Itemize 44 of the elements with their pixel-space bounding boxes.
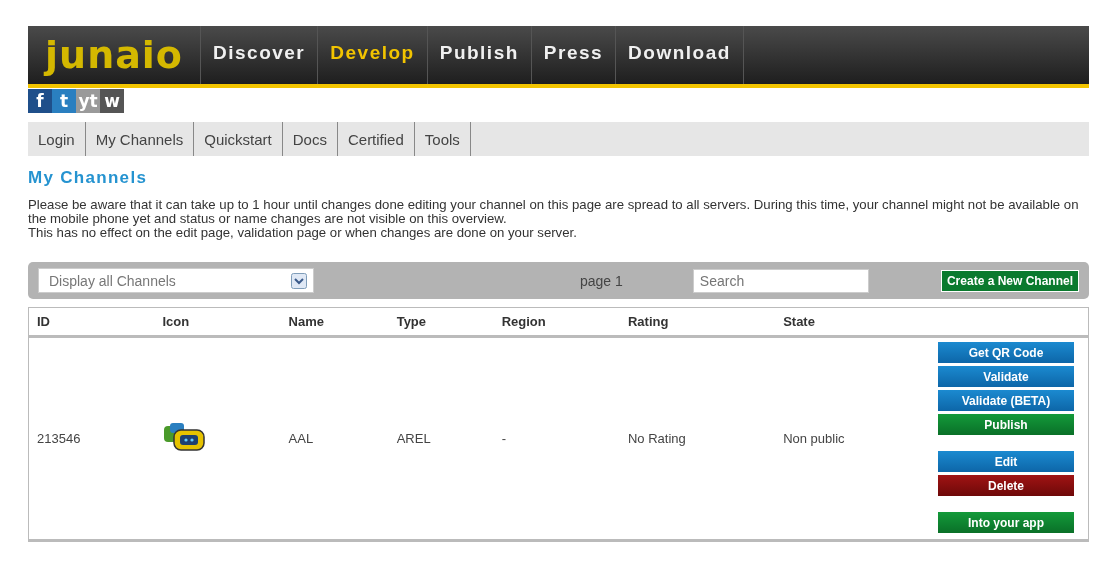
sub-nav-link[interactable]: Docs: [282, 122, 338, 156]
sub-nav-link[interactable]: Tools: [414, 122, 471, 156]
sub-nav-link[interactable]: Quickstart: [194, 122, 283, 156]
table-cell: 213546: [28, 336, 155, 541]
search-field[interactable]: Search: [692, 268, 869, 293]
channel-filter-dropdown[interactable]: Display all Channels: [38, 268, 314, 293]
column-header: Name: [280, 307, 389, 337]
action-button[interactable]: Publish: [938, 414, 1074, 435]
action-button[interactable]: Edit: [938, 451, 1074, 472]
action-button[interactable]: Delete: [938, 475, 1074, 496]
nav-link[interactable]: Publish: [427, 26, 532, 84]
column-header: Icon: [154, 307, 281, 337]
action-button[interactable]: Validate (BETA): [938, 390, 1074, 411]
table-cell: AAL: [280, 336, 389, 541]
notice-text: This has no effect on the edit page, validation page or when changes are done on your server.: [28, 226, 578, 240]
social-icon[interactable]: t: [52, 89, 76, 113]
action-button[interactable]: Validate: [938, 366, 1074, 387]
action-button[interactable]: Into your app: [938, 512, 1074, 533]
logo[interactable]: junaio: [28, 26, 201, 84]
table-cell: AREL: [388, 336, 494, 541]
nav-link[interactable]: Discover: [201, 26, 319, 84]
column-header: ID: [28, 307, 155, 337]
page-indicator: page 1: [580, 272, 623, 289]
table-cell: -: [493, 336, 620, 541]
sub-nav-link[interactable]: Login: [28, 122, 86, 156]
column-header: Region: [493, 307, 620, 337]
social-icon[interactable]: w: [100, 89, 124, 113]
column-header: Rating: [619, 307, 776, 337]
nav-link[interactable]: Develop: [318, 26, 428, 84]
create-channel-button[interactable]: Create a New Channel: [940, 269, 1079, 292]
page-heading: My Channels: [28, 168, 149, 188]
chat-bubbles-icon: [162, 422, 207, 452]
social-icon[interactable]: f: [28, 89, 52, 113]
caret-icon: [291, 272, 307, 289]
nav-link[interactable]: Press: [531, 26, 617, 84]
notice-text: Please be aware that it can take up to 1 hour until changes done editing your channel on this page are spread to all servers. During this time, your channel might not be available on the mobile phone yet and status or name changes are not visible on this overview.: [28, 198, 1080, 226]
table-cell: No Rating: [619, 336, 776, 541]
nav-link[interactable]: Download: [616, 26, 744, 84]
table-cell: Non public: [775, 336, 938, 541]
sub-nav-link[interactable]: My Channels: [85, 122, 195, 156]
sub-nav-link[interactable]: Certified: [337, 122, 415, 156]
column-header: Type: [388, 307, 494, 337]
action-button[interactable]: Get QR Code: [938, 342, 1074, 363]
column-header: State: [775, 307, 938, 337]
